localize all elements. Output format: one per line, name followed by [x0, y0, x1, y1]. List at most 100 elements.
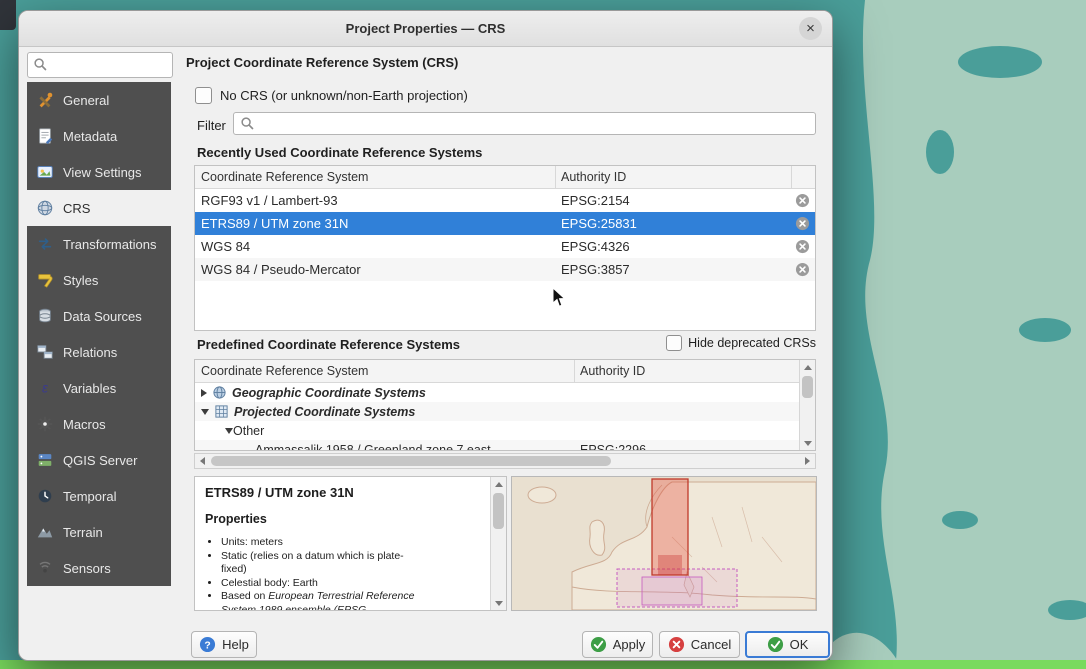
crs-authority: EPSG:2296: [580, 443, 646, 452]
apply-check-icon: [590, 636, 607, 653]
expand-icon[interactable]: [201, 389, 207, 397]
search-icon: [33, 57, 48, 77]
crs-authority: EPSG:4326: [561, 235, 630, 258]
statusbar-fragment: [0, 660, 1086, 669]
hide-deprecated-label: Hide deprecated CRSs: [688, 336, 816, 350]
crs-property-text: Static (relies on a datum which is plate…: [221, 550, 404, 576]
column-header-crs[interactable]: Coordinate Reference System: [201, 360, 368, 382]
selected-crs-name: ETRS89 / UTM zone 31N: [205, 485, 496, 500]
sidebar-item-temporal[interactable]: Temporal: [27, 478, 171, 514]
sidebar-item-relations[interactable]: Relations: [27, 334, 171, 370]
sidebar-item-label: View Settings: [63, 165, 142, 180]
sidebar-item-sensors[interactable]: Sensors: [27, 550, 171, 586]
apply-button[interactable]: Apply: [582, 631, 653, 658]
sidebar-item-view-settings[interactable]: View Settings: [27, 154, 171, 190]
macros-icon: [35, 414, 55, 434]
terrain-icon: [35, 522, 55, 542]
details-bullet-list: Units: meters Static (relies on a datum w…: [221, 536, 426, 611]
svg-text:?: ?: [204, 640, 210, 651]
search-icon: [240, 116, 255, 136]
geographic-crs-icon: [212, 385, 227, 400]
sidebar-search-input[interactable]: [52, 54, 171, 76]
remove-crs-icon[interactable]: [795, 262, 810, 277]
crs-property-item: Units: meters: [221, 536, 426, 550]
no-crs-checkbox[interactable]: [195, 87, 212, 104]
sidebar-item-label: Data Sources: [63, 309, 142, 324]
data-sources-icon: [35, 306, 55, 326]
crs-property-item: Based on European Terrestrial Reference …: [221, 590, 426, 611]
sidebar-item-label: Temporal: [63, 489, 116, 504]
sidebar-item-terrain[interactable]: Terrain: [27, 514, 171, 550]
sidebar-item-label: Styles: [63, 273, 98, 288]
scrollbar-thumb[interactable]: [493, 493, 504, 529]
predefined-crs-row[interactable]: Projected Coordinate Systems: [195, 402, 815, 421]
predefined-crs-table: Coordinate Reference System Authority ID…: [194, 359, 816, 451]
collapse-icon[interactable]: [225, 428, 233, 434]
sidebar-item-general[interactable]: General: [27, 82, 171, 118]
recent-crs-table: Coordinate Reference System Authority ID…: [194, 165, 816, 331]
column-header-authority[interactable]: Authority ID: [580, 360, 645, 382]
sidebar-item-macros[interactable]: Macros: [27, 406, 171, 442]
sidebar-item-label: Macros: [63, 417, 106, 432]
sidebar-item-transformations[interactable]: Transformations: [27, 226, 171, 262]
crs-tree-label: Ammassalik 1958 / Greenland zone 7 east: [255, 443, 491, 452]
styles-icon: [35, 270, 55, 290]
crs-property-text: Units: meters: [221, 536, 283, 548]
sidebar-item-metadata[interactable]: Metadata: [27, 118, 171, 154]
sidebar-item-label: Relations: [63, 345, 117, 360]
crs-tree-label: Projected Coordinate Systems: [234, 405, 415, 419]
recent-crs-row[interactable]: ETRS89 / UTM zone 31NEPSG:25831: [195, 212, 815, 235]
apply-button-label: Apply: [613, 637, 646, 652]
predefined-horizontal-scrollbar[interactable]: [194, 453, 816, 469]
close-button[interactable]: ×: [799, 17, 822, 40]
temporal-icon: [35, 486, 55, 506]
crs-property-item: Static (relies on a datum which is plate…: [221, 550, 426, 577]
scrollbar-thumb[interactable]: [211, 456, 611, 466]
remove-crs-icon[interactable]: [795, 216, 810, 231]
help-icon: ?: [199, 636, 216, 653]
sidebar-search: [27, 52, 173, 78]
sidebar-item-label: QGIS Server: [63, 453, 137, 468]
crs-extent-map-preview: [511, 476, 817, 611]
predefined-crs-row[interactable]: Geographic Coordinate Systems: [195, 383, 815, 402]
crs-details-panel: ETRS89 / UTM zone 31N Properties Units: …: [194, 476, 507, 611]
sidebar-item-qgis-server[interactable]: QGIS Server: [27, 442, 171, 478]
column-header-crs[interactable]: Coordinate Reference System: [201, 166, 368, 188]
help-button-label: Help: [222, 637, 249, 652]
remove-crs-icon[interactable]: [795, 239, 810, 254]
recent-crs-row[interactable]: WGS 84 / Pseudo-MercatorEPSG:3857: [195, 258, 815, 281]
crs-globe-icon: [35, 198, 55, 218]
no-crs-label: No CRS (or unknown/non-Earth projection): [220, 88, 468, 103]
remove-crs-icon[interactable]: [795, 193, 810, 208]
sidebar-item-styles[interactable]: Styles: [27, 262, 171, 298]
extent-map: [512, 477, 816, 610]
column-header-authority[interactable]: Authority ID: [561, 166, 626, 188]
ok-button[interactable]: OK: [745, 631, 830, 658]
predefined-crs-row[interactable]: Ammassalik 1958 / Greenland zone 7 east E…: [195, 440, 815, 451]
dialog-titlebar[interactable]: Project Properties — CRS ×: [19, 11, 832, 47]
collapse-icon[interactable]: [201, 409, 209, 415]
filter-input[interactable]: [260, 114, 809, 133]
dialog-title: Project Properties — CRS: [19, 11, 832, 46]
sidebar-item-label: CRS: [63, 201, 90, 216]
scrollbar-thumb[interactable]: [802, 376, 813, 398]
close-icon: ×: [806, 20, 815, 37]
help-button[interactable]: ? Help: [191, 631, 257, 658]
mouse-cursor: [552, 287, 566, 313]
sidebar-item-data-sources[interactable]: Data Sources: [27, 298, 171, 334]
transformations-icon: [35, 234, 55, 254]
crs-property-text: Based on: [221, 590, 268, 602]
recent-table-body: RGF93 v1 / Lambert-93EPSG:2154ETRS89 / U…: [195, 189, 815, 281]
cancel-button[interactable]: Cancel: [659, 631, 740, 658]
sidebar-item-variables[interactable]: εVariables: [27, 370, 171, 406]
predefined-vertical-scrollbar[interactable]: [799, 360, 815, 450]
predefined-crs-row[interactable]: Other: [195, 421, 815, 440]
sidebar-item-crs[interactable]: CRS: [27, 190, 171, 226]
recent-crs-row[interactable]: WGS 84EPSG:4326: [195, 235, 815, 258]
recent-crs-row[interactable]: RGF93 v1 / Lambert-93EPSG:2154: [195, 189, 815, 212]
filter-field: [233, 112, 816, 135]
hide-deprecated-checkbox[interactable]: [666, 335, 682, 351]
cancel-button-label: Cancel: [691, 637, 731, 652]
details-vertical-scrollbar[interactable]: [490, 477, 506, 610]
crs-tree-label: Other: [233, 424, 264, 438]
